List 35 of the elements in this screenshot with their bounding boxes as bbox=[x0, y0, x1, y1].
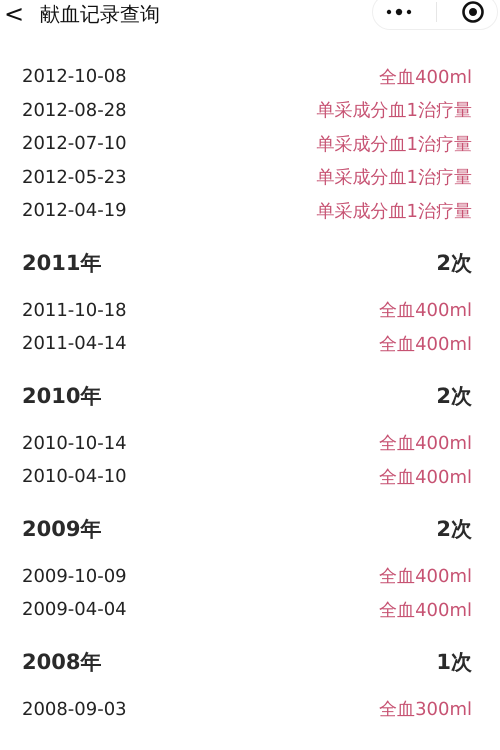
donation-type: 全血400ml bbox=[379, 565, 472, 588]
donation-date: 2008-09-03 bbox=[22, 698, 127, 720]
donation-type: 全血400ml bbox=[379, 466, 472, 489]
more-icon[interactable] bbox=[384, 7, 413, 17]
donation-count: 1次 bbox=[436, 648, 472, 676]
donation-date: 2010-10-14 bbox=[22, 432, 127, 454]
donation-type: 单采成分血1治疗量 bbox=[316, 132, 472, 156]
donation-type: 全血400ml bbox=[379, 299, 472, 322]
donation-date: 2012-05-23 bbox=[22, 166, 127, 188]
donation-date: 2012-07-10 bbox=[22, 133, 127, 154]
year-heading: 2011年 bbox=[22, 250, 102, 276]
donation-type: 全血400ml bbox=[379, 66, 472, 89]
donation-date: 2010-04-10 bbox=[22, 466, 127, 488]
donation-type: 全血400ml bbox=[379, 598, 472, 622]
page-title: 献血记录查询 bbox=[40, 0, 160, 28]
year-heading: 2008年 bbox=[22, 648, 102, 676]
donation-type: 全血300ml bbox=[379, 698, 472, 722]
donation-date: 2011-10-18 bbox=[22, 300, 127, 321]
donation-count: 2次 bbox=[436, 250, 472, 276]
donation-date: 2012-08-28 bbox=[22, 100, 127, 121]
back-button[interactable]: < bbox=[4, 2, 34, 26]
donation-date: 2009-04-04 bbox=[22, 599, 127, 620]
donation-type: 单采成分血1治疗量 bbox=[316, 166, 472, 190]
donation-date: 2009-10-09 bbox=[22, 566, 127, 587]
donation-type: 全血400ml bbox=[379, 432, 472, 456]
donation-type: 全血400ml bbox=[379, 332, 472, 356]
year-heading: 2009年 bbox=[22, 516, 102, 542]
donation-date: 2012-04-19 bbox=[22, 200, 127, 222]
donation-type: 单采成分血1治疗量 bbox=[316, 200, 472, 223]
donation-date: 2011-04-14 bbox=[22, 333, 127, 354]
donation-type: 单采成分血1治疗量 bbox=[316, 99, 472, 122]
donation-count: 2次 bbox=[436, 516, 472, 542]
donation-date: 2012-10-08 bbox=[22, 66, 127, 88]
year-heading: 2010年 bbox=[22, 382, 102, 410]
donation-count: 2次 bbox=[436, 382, 472, 410]
